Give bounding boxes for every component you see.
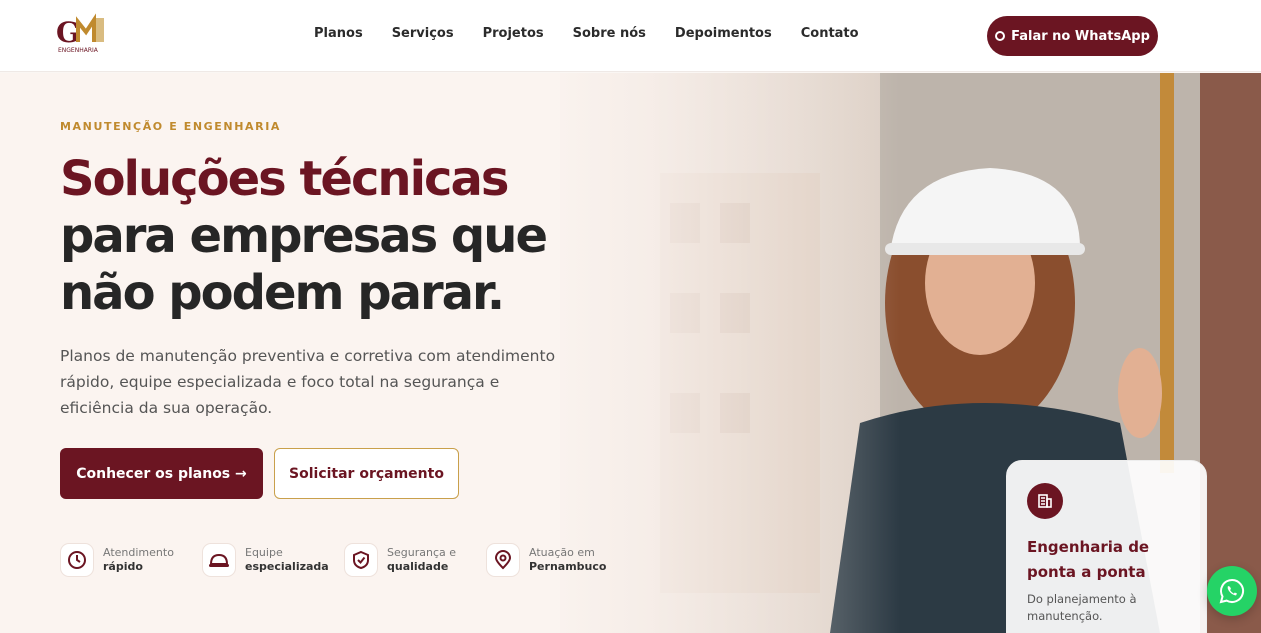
whatsapp-float-button[interactable] xyxy=(1207,566,1257,616)
shield-check-icon xyxy=(344,543,378,577)
site-header: G ENGENHARIA Planos Serviços Projetos So… xyxy=(0,0,1261,72)
hero-lead: Planos de manutenção preventiva e corret… xyxy=(60,347,556,417)
nav-sobre[interactable]: Sobre nós xyxy=(573,26,646,41)
whatsapp-header-button[interactable]: Falar no WhatsApp xyxy=(987,16,1158,56)
brand-logo[interactable]: G ENGENHARIA xyxy=(56,12,108,56)
brand-sub: ENGENHARIA xyxy=(58,47,99,54)
hero-title-line1: Soluções técnicas xyxy=(60,151,509,207)
hero-title-line2: para empresas que xyxy=(60,208,548,264)
map-pin-icon xyxy=(486,543,520,577)
hero-section: MANUTENÇÃO E ENGENHARIA Soluções técnica… xyxy=(0,73,1261,633)
card-desc: Do planejamento à manutenção. xyxy=(1027,592,1137,623)
building-icon xyxy=(1027,483,1063,519)
nav-servicos[interactable]: Serviços xyxy=(392,26,454,41)
feature-seguranca: Segurança e qualidade xyxy=(344,543,456,577)
feature-atuacao: Atuação em Pernambuco xyxy=(486,543,606,577)
nav-projetos[interactable]: Projetos xyxy=(483,26,544,41)
feature-atendimento: Atendimento rápido xyxy=(60,543,174,577)
nav-contato[interactable]: Contato xyxy=(801,26,859,41)
feature-line2: especializada xyxy=(245,560,329,573)
whatsapp-icon xyxy=(995,31,1006,41)
hero-title: Soluções técnicas para empresas que não … xyxy=(60,151,620,322)
main-nav: Planos Serviços Projetos Sobre nós Depoi… xyxy=(314,26,888,41)
highlight-card: Engenharia de ponta a ponta Do planejame… xyxy=(1006,460,1207,633)
secondary-cta-button[interactable]: Solicitar orçamento xyxy=(274,448,459,499)
feature-line2: rápido xyxy=(103,560,143,573)
hero-eyebrow: MANUTENÇÃO E ENGENHARIA xyxy=(60,120,281,133)
feature-line2: Pernambuco xyxy=(529,560,607,573)
feature-line1: Atendimento xyxy=(103,546,174,559)
feature-line2: qualidade xyxy=(387,560,449,573)
whatsapp-header-label: Falar no WhatsApp xyxy=(1011,28,1150,44)
feature-line1: Equipe xyxy=(245,546,283,559)
nav-planos[interactable]: Planos xyxy=(314,26,363,41)
hero-title-line3: não podem parar. xyxy=(60,265,505,321)
feature-line1: Atuação em xyxy=(529,546,595,559)
clock-icon xyxy=(60,543,94,577)
feature-line1: Segurança e xyxy=(387,546,456,559)
primary-cta-button[interactable]: Conhecer os planos → xyxy=(60,448,263,499)
nav-depoimentos[interactable]: Depoimentos xyxy=(675,26,772,41)
hard-hat-icon xyxy=(202,543,236,577)
whatsapp-icon xyxy=(1219,578,1244,604)
card-title: Engenharia de ponta a ponta xyxy=(1027,538,1150,581)
feature-equipe: Equipe especializada xyxy=(202,543,329,577)
